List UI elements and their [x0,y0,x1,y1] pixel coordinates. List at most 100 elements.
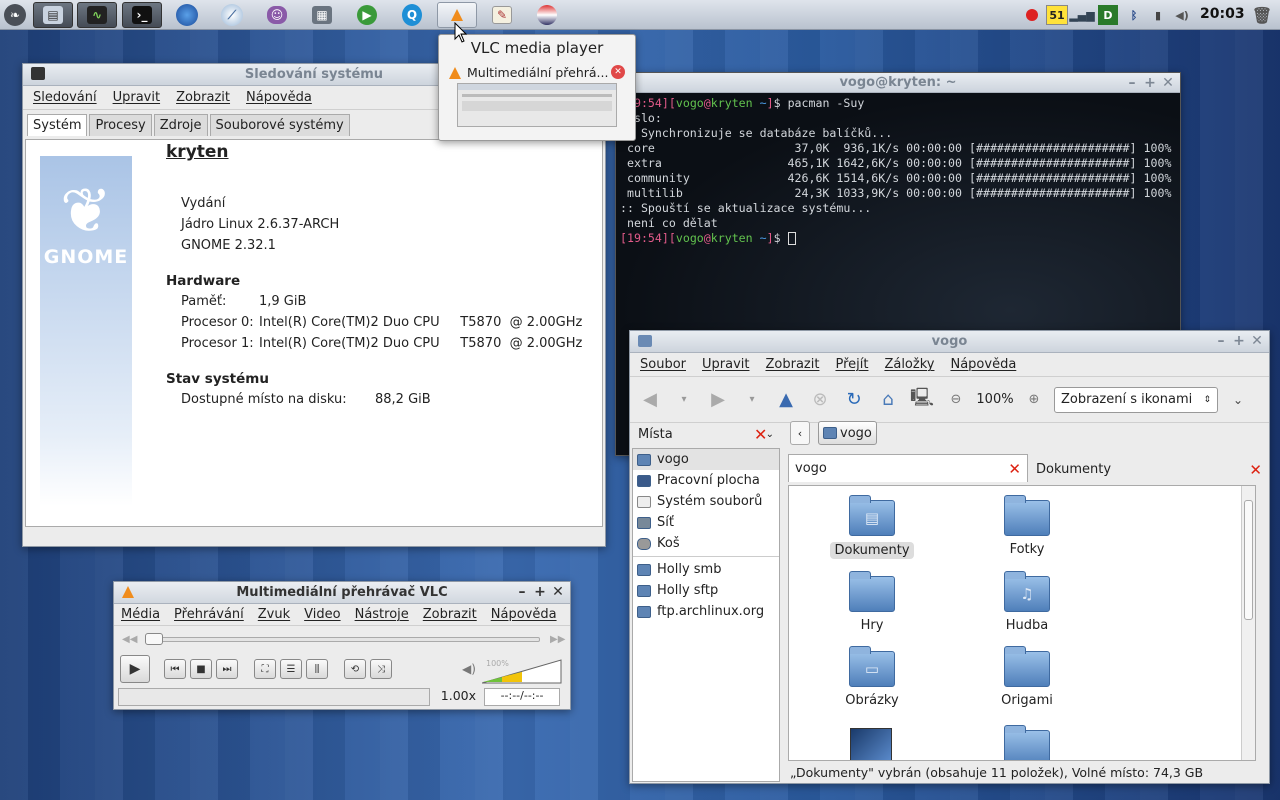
minimize-button[interactable]: – [516,584,528,600]
sidebar-item-network[interactable]: Síť [633,512,779,533]
maximize-button[interactable]: + [1144,75,1156,91]
forward-history-chevron-icon[interactable]: ▾ [738,386,766,414]
stop-button[interactable]: ■ [190,659,212,679]
extended-settings-button[interactable]: ⫼ [306,659,328,679]
trash-icon[interactable]: 🗑 [1252,5,1272,25]
path-back-chevron-icon[interactable]: ‹ [790,421,810,445]
close-sidebar-icon[interactable]: ✕ [754,425,767,444]
text-editor-launcher-icon[interactable]: ✎ [482,2,522,28]
home-icon[interactable]: ⌂ [874,386,902,414]
sidebar-item-trash[interactable]: Koš [633,533,779,554]
menu-napoveda[interactable]: Nápověda [950,357,1016,372]
menu-sledovani[interactable]: Sledování [33,90,97,105]
toolbar-chevron-icon[interactable]: ⌄ [1224,386,1252,414]
seek-slider[interactable] [145,633,540,645]
menu-audio[interactable]: Zvuk [258,607,290,622]
tab-resources[interactable]: Zdroje [153,114,208,136]
menu-video[interactable]: Video [304,607,340,622]
close-tab-icon[interactable]: ✕ [1008,460,1021,478]
volume-icon[interactable]: ◀) [1172,5,1192,25]
network-signal-icon[interactable]: ▂▄▆ [1069,5,1094,25]
back-history-chevron-icon[interactable]: ▾ [670,386,698,414]
fullscreen-button[interactable]: ⛶ [254,659,276,679]
bookmark-holly-smb[interactable]: Holly smb [633,559,779,580]
menu-tools[interactable]: Nástroje [355,607,409,622]
folder-item-partial[interactable] [972,725,1082,760]
close-button[interactable]: ✕ [1162,75,1174,91]
audio-player-launcher-icon[interactable] [527,2,567,28]
stop-icon[interactable]: ⊗ [806,386,834,414]
tab-filesystems[interactable]: Souborové systémy [209,114,350,136]
terminal-launcher-icon[interactable]: ›_ [122,2,162,28]
terminal-titlebar[interactable]: vogo@kryten: ~ – + ✕ [616,73,1180,93]
firefox-launcher-icon[interactable] [167,2,207,28]
bluetooth-icon[interactable]: ᛒ [1124,5,1144,25]
download-manager-icon[interactable]: D [1098,5,1118,25]
next-button[interactable]: ⏭ [216,659,238,679]
close-button[interactable]: ✕ [552,584,564,600]
playlist-button[interactable]: ☰ [280,659,302,679]
vertical-scrollbar[interactable] [1241,486,1255,760]
shuffle-button[interactable]: ⤨ [370,659,392,679]
folder-item-fotky[interactable]: Fotky [972,495,1082,557]
volume-slider[interactable] [482,658,562,684]
notification-blocked-icon[interactable] [1022,5,1042,25]
path-button-vogo[interactable]: vogo [818,421,877,445]
tab-system[interactable]: Systém [27,114,88,136]
sidebar-item-filesystem[interactable]: Systém souborů [633,491,779,512]
seek-back-icon[interactable]: ◀◀ [122,634,137,645]
back-arrow-icon[interactable]: ◀ [636,386,664,414]
seek-forward-icon[interactable]: ▶▶ [550,634,565,645]
zoom-out-icon[interactable]: ⊖ [942,386,970,414]
zoom-in-icon[interactable]: ⊕ [1020,386,1048,414]
reload-icon[interactable]: ↻ [840,386,868,414]
clock[interactable]: 20:03 [1200,6,1245,22]
play-button[interactable]: ▶ [120,655,150,683]
folder-item-hudba[interactable]: ♫ Hudba [972,571,1082,633]
updates-count-badge[interactable]: 51 [1046,5,1068,25]
computer-icon[interactable]: 🖳 [908,386,936,414]
popup-window-item[interactable]: Multimediální přehrá... [449,65,608,80]
menu-media[interactable]: Média [121,607,160,622]
minimize-button[interactable]: – [1126,75,1138,91]
pidgin-launcher-icon[interactable]: ☺ [257,2,297,28]
bookmark-holly-sftp[interactable]: Holly sftp [633,580,779,601]
seek-handle[interactable] [145,633,163,645]
tab-dokumenty[interactable]: Dokumenty ✕ [1030,457,1268,482]
close-button[interactable]: ✕ [1251,333,1263,349]
folder-item-hry[interactable]: Hry [817,571,927,633]
folder-item-obrazky[interactable]: ▭ Obrázky [817,646,927,708]
tab-processes[interactable]: Procesy [89,114,152,136]
maximize-button[interactable]: + [1233,333,1245,349]
file-manager-launcher-icon[interactable]: ▤ [33,2,73,28]
menu-playback[interactable]: Přehrávání [174,607,244,622]
menu-napoveda[interactable]: Nápověda [246,90,312,105]
web-browser-launcher-icon[interactable]: ⟋ [212,2,252,28]
bookmark-ftp-archlinux[interactable]: ftp.archlinux.org [633,601,779,622]
media-player-launcher-icon[interactable]: ▶ [347,2,387,28]
forward-arrow-icon[interactable]: ▶ [704,386,732,414]
battery-icon[interactable]: ▮ [1148,5,1168,25]
qbittorrent-launcher-icon[interactable]: Q [392,2,432,28]
places-label[interactable]: Místa [638,427,673,442]
vlc-titlebar[interactable]: Multimediální přehrávač VLC – + ✕ [114,582,570,604]
up-arrow-icon[interactable]: ▲ [772,386,800,414]
view-mode-select[interactable]: Zobrazení s ikonami ⇕ [1054,386,1218,413]
calculator-launcher-icon[interactable]: ▦ [302,2,342,28]
folder-item-origami[interactable]: Origami [972,646,1082,708]
close-tab-icon[interactable]: ✕ [1249,461,1262,479]
sidebar-item-vogo[interactable]: vogo [633,449,779,470]
menu-view[interactable]: Zobrazit [423,607,477,622]
menu-help[interactable]: Nápověda [491,607,557,622]
folder-item-dokumenty[interactable]: ▤ Dokumenty [817,495,927,559]
menu-upravit[interactable]: Upravit [113,90,160,105]
playback-speed[interactable]: 1.00x [434,688,478,706]
gnome-foot-menu-icon[interactable]: ❧ [0,2,30,28]
menu-zobrazit[interactable]: Zobrazit [765,357,819,372]
sidebar-item-desktop[interactable]: Pracovní plocha [633,470,779,491]
files-titlebar[interactable]: vogo – + ✕ [630,331,1269,353]
previous-button[interactable]: ⏮ [164,659,186,679]
menu-soubor[interactable]: Soubor [640,357,686,372]
menu-prejit[interactable]: Přejít [835,357,868,372]
scrollbar-thumb[interactable] [1244,500,1253,620]
